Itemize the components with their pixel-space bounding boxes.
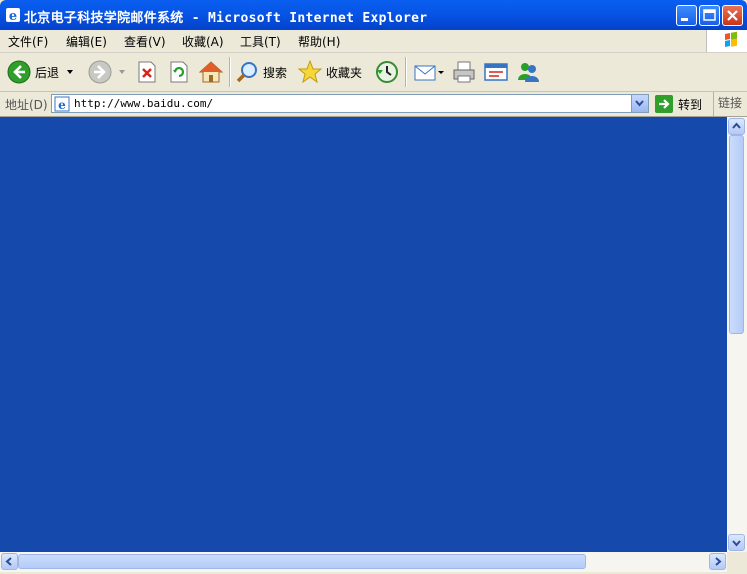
windows-logo-icon — [725, 31, 737, 47]
mail-icon — [414, 65, 436, 81]
scroll-left-button[interactable] — [1, 553, 18, 570]
menu-help[interactable]: 帮助(H) — [298, 33, 340, 50]
vertical-scrollbar[interactable] — [727, 117, 747, 552]
horizontal-scrollbar[interactable] — [0, 552, 727, 572]
page-content[interactable] — [0, 117, 727, 552]
refresh-icon — [170, 61, 188, 83]
refresh-button[interactable] — [168, 58, 190, 86]
chevron-right-icon — [715, 557, 722, 566]
go-arrow-icon — [655, 95, 673, 113]
scroll-down-button[interactable] — [728, 534, 745, 551]
menu-file[interactable]: 文件(F) — [8, 33, 48, 50]
mail-button[interactable] — [413, 58, 445, 86]
scroll-right-button[interactable] — [709, 553, 726, 570]
home-button[interactable] — [199, 58, 223, 86]
favorites-label: 收藏夹 — [326, 65, 363, 80]
print-icon — [453, 61, 475, 83]
forward-icon — [88, 60, 112, 84]
history-button[interactable] — [375, 58, 399, 86]
address-dropdown[interactable] — [631, 95, 648, 112]
close-icon — [727, 10, 738, 21]
search-button[interactable]: 搜索 — [235, 58, 287, 86]
menu-edit[interactable]: 编辑(E) — [66, 33, 107, 50]
forward-button[interactable] — [88, 58, 128, 86]
back-label: 后退 — [35, 65, 60, 80]
chevron-left-icon — [5, 557, 12, 566]
address-input[interactable]: e http://www.baidu.com/ — [51, 94, 649, 113]
menu-bar: 文件(F) 编辑(E) 查看(V) 收藏(A) 工具(T) 帮助(H) — [0, 30, 747, 53]
vertical-scroll-thumb[interactable] — [729, 135, 744, 334]
scroll-up-button[interactable] — [728, 118, 745, 135]
stop-icon — [138, 61, 156, 83]
edit-button[interactable] — [484, 58, 508, 86]
address-label: 地址(D) — [5, 98, 48, 112]
search-label: 搜索 — [263, 65, 288, 80]
search-icon — [236, 62, 257, 83]
windows-logo — [706, 30, 747, 52]
home-icon — [199, 61, 223, 83]
back-button[interactable]: 后退 — [7, 58, 77, 86]
favorites-button[interactable]: 收藏夹 — [298, 58, 362, 86]
menu-tools[interactable]: 工具(T) — [240, 33, 281, 50]
back-dropdown-icon[interactable] — [63, 67, 77, 77]
edit-icon — [484, 63, 508, 81]
chevron-down-icon — [635, 100, 644, 107]
chevron-down-icon — [732, 540, 741, 547]
forward-dropdown-icon[interactable] — [116, 67, 128, 77]
toolbar: 后退 搜索 收藏夹 — [0, 53, 747, 92]
horizontal-scroll-thumb[interactable] — [18, 554, 586, 569]
chevron-up-icon — [732, 122, 741, 129]
links-button[interactable]: 链接 — [713, 92, 742, 116]
menu-view[interactable]: 查看(V) — [124, 33, 166, 50]
favorites-star-icon — [298, 60, 322, 84]
title-bar: e 北京电子科技学院邮件系统 - Microsoft Internet Expl… — [0, 0, 747, 30]
scrollbar-corner — [727, 552, 747, 574]
mail-dropdown-icon[interactable] — [437, 67, 445, 77]
menu-favorites[interactable]: 收藏(A) — [182, 33, 224, 50]
page-icon: e — [54, 96, 70, 112]
window-title: 北京电子科技学院邮件系统 - Microsoft Internet Explor… — [24, 11, 428, 26]
back-icon — [7, 60, 31, 84]
messenger-icon — [518, 63, 539, 82]
address-url: http://www.baidu.com/ — [74, 97, 214, 110]
ie-icon: e — [6, 8, 20, 23]
print-button[interactable] — [452, 58, 476, 86]
close-button[interactable] — [722, 5, 743, 26]
go-label: 转到 — [678, 97, 703, 112]
svg-text:e: e — [58, 98, 66, 112]
address-bar: 地址(D) e http://www.baidu.com/ 转到 链接 — [0, 92, 747, 117]
maximize-icon — [703, 9, 716, 21]
go-button[interactable]: 转到 — [655, 94, 702, 114]
stop-button[interactable] — [136, 58, 158, 86]
svg-text:e: e — [9, 9, 17, 23]
minimize-button[interactable] — [676, 5, 697, 26]
messenger-button[interactable] — [516, 58, 540, 86]
history-icon — [376, 61, 398, 83]
maximize-button[interactable] — [699, 5, 720, 26]
minimize-icon — [681, 18, 688, 21]
